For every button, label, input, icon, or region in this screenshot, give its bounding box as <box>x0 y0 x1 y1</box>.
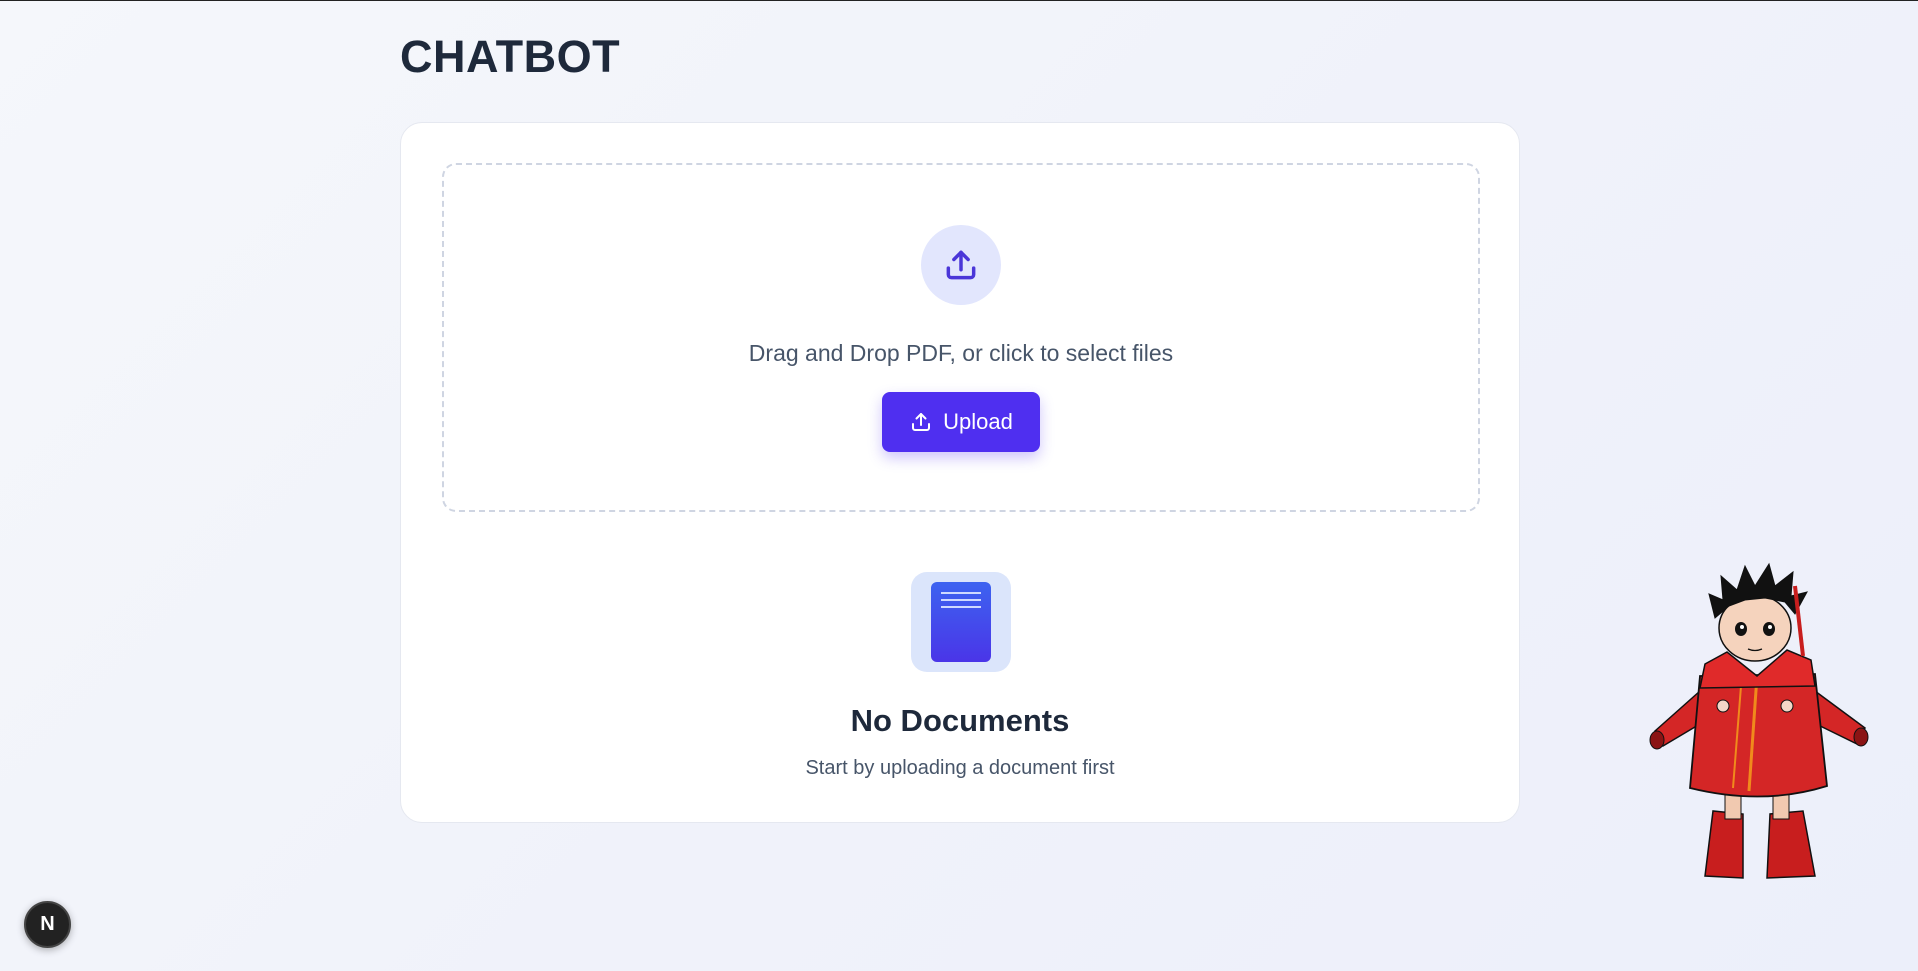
upload-button-label: Upload <box>943 409 1013 434</box>
document-icon <box>911 572 1011 672</box>
nextjs-dev-badge[interactable]: N <box>24 901 71 948</box>
empty-state-subtitle: Start by uploading a document first <box>805 757 1115 779</box>
character-illustration <box>1649 562 1869 879</box>
upload-icon <box>921 225 1001 305</box>
dropzone-instructions: Drag and Drop PDF, or click to select fi… <box>748 340 1174 366</box>
upload-button-icon <box>912 413 931 431</box>
file-dropzone[interactable]: Drag and Drop PDF, or click to select fi… <box>442 163 1480 512</box>
dev-badge-label: N <box>40 913 55 935</box>
empty-state-title: No Documents <box>850 703 1070 738</box>
page-title: CHATBOT <box>400 31 621 82</box>
upload-button[interactable]: Upload <box>882 392 1040 452</box>
upload-card: Drag and Drop PDF, or click to select fi… <box>400 122 1520 823</box>
